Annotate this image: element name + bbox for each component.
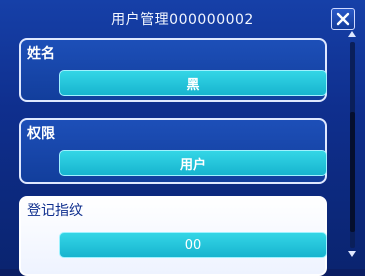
- name-field-group[interactable]: 姓名 黑: [19, 38, 327, 102]
- permission-select[interactable]: 用户: [59, 150, 327, 176]
- fingerprint-field-group[interactable]: 登记指纹 00: [19, 196, 327, 276]
- fingerprint-count[interactable]: 00: [59, 232, 327, 258]
- device-screen: 用户管理000000002 姓名 黑 权限 用户 登记指纹 00: [0, 0, 365, 276]
- vertical-scrollbar[interactable]: [346, 30, 358, 260]
- fingerprint-label: 登记指纹: [27, 203, 83, 219]
- scroll-track[interactable]: [350, 42, 355, 248]
- scroll-down-arrow-icon[interactable]: [347, 250, 357, 258]
- permission-label: 权限: [27, 126, 55, 142]
- name-input[interactable]: 黑: [59, 70, 327, 96]
- scroll-up-arrow-icon[interactable]: [347, 30, 357, 38]
- close-button[interactable]: [331, 8, 355, 30]
- name-label: 姓名: [27, 46, 55, 62]
- title-bar: 用户管理000000002: [0, 6, 365, 32]
- permission-field-group[interactable]: 权限 用户: [19, 118, 327, 184]
- scroll-thumb[interactable]: [350, 112, 355, 232]
- close-x-icon: [336, 12, 350, 26]
- window-title: 用户管理000000002: [111, 12, 254, 28]
